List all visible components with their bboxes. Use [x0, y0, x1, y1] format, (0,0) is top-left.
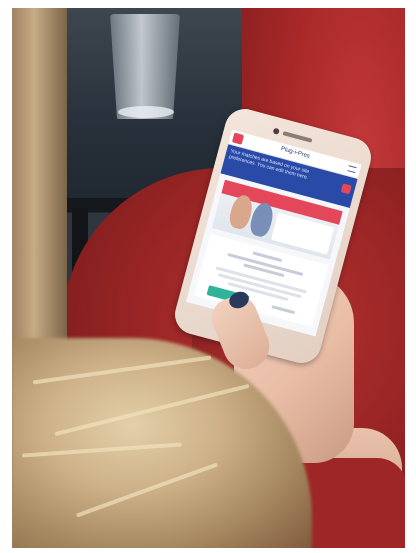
glass-base — [118, 106, 174, 118]
secondary-link[interactable] — [271, 305, 296, 315]
menu-icon — [347, 165, 357, 174]
photo-frame: Plug-i-Pres Your matches are based on yo… — [0, 0, 416, 553]
drinking-glass — [110, 14, 180, 119]
banner-close-icon — [340, 183, 352, 195]
photo-scene: Plug-i-Pres Your matches are based on yo… — [12, 8, 405, 548]
app-logo-icon — [231, 132, 245, 145]
